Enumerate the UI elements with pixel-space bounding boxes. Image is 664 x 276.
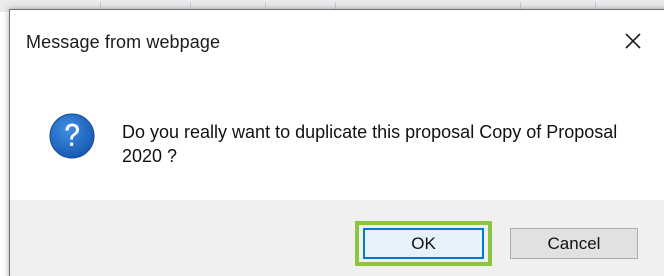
dialog-content: Do you really want to duplicate this pro… bbox=[10, 72, 664, 202]
dialog-message: Do you really want to duplicate this pro… bbox=[122, 122, 618, 166]
dialog-title-bar[interactable]: Message from webpage bbox=[10, 10, 664, 72]
close-button[interactable] bbox=[616, 24, 650, 58]
dialog-title: Message from webpage bbox=[26, 32, 221, 52]
cancel-button[interactable]: Cancel bbox=[510, 228, 638, 259]
dialog-button-bar: OK Cancel bbox=[10, 200, 664, 276]
close-icon bbox=[625, 33, 641, 49]
question-icon bbox=[49, 113, 95, 159]
screen: Message from webpage Do you really want … bbox=[0, 0, 664, 276]
message-dialog: Message from webpage Do you really want … bbox=[9, 9, 664, 276]
ok-button[interactable]: OK bbox=[363, 228, 484, 259]
